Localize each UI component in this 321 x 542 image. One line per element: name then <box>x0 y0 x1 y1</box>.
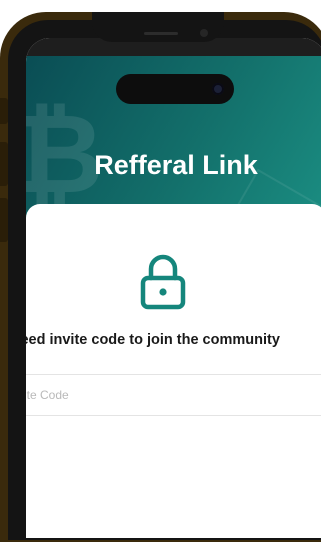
page-title: Refferal Link <box>94 150 258 180</box>
invite-code-field[interactable] <box>26 374 321 416</box>
camera-icon <box>212 83 224 95</box>
dynamic-island <box>116 74 234 104</box>
speaker-grille <box>144 32 178 35</box>
lock-icon <box>140 254 186 310</box>
invite-card: Need invite code to join the community <box>26 204 321 538</box>
phone-screen: ₿ Refferal Link Need invite code to join… <box>26 38 321 538</box>
side-button-volume-up <box>0 142 8 186</box>
phone-notch <box>92 12 224 42</box>
invite-prompt: Need invite code to join the community <box>26 332 280 348</box>
side-button-mute <box>0 98 8 124</box>
invite-code-input[interactable] <box>26 375 312 415</box>
front-camera-icon <box>200 29 208 37</box>
side-button-volume-down <box>0 198 8 242</box>
